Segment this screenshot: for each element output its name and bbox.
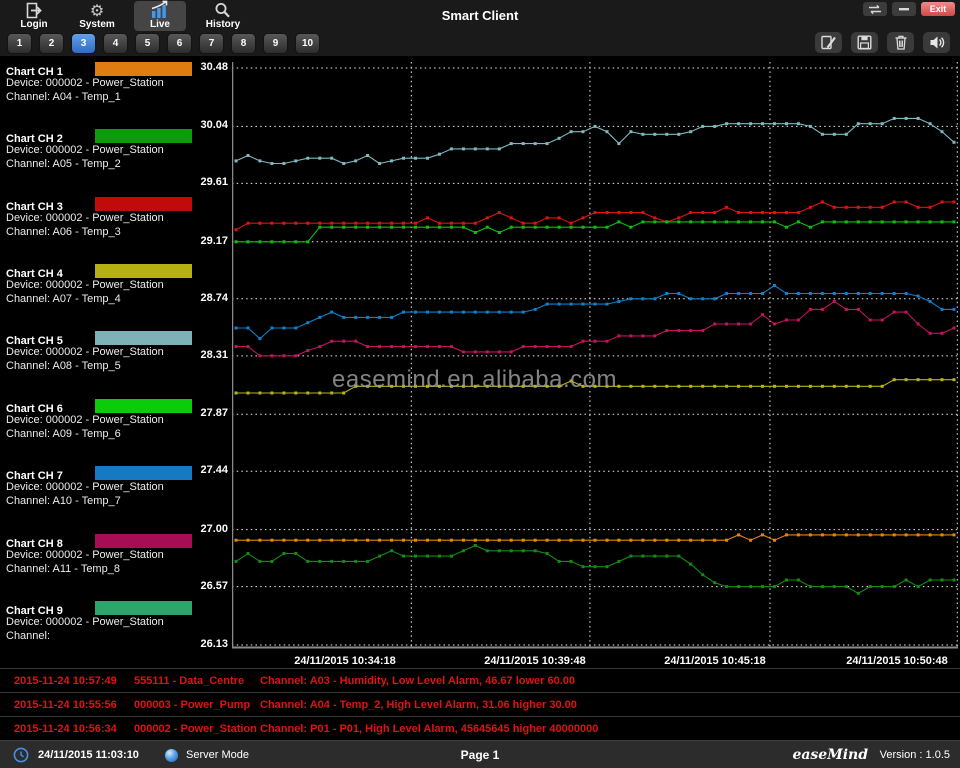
app-title: Smart Client (0, 8, 960, 23)
channel-name: Chart CH 9 (6, 605, 63, 617)
channel-name: Chart CH 4 (6, 268, 63, 280)
alarm-row-2[interactable]: 2015-11-24 10:55:56000003 - Power_PumpCh… (0, 692, 960, 716)
alarm-time: 2015-11-24 10:56:34 (14, 723, 134, 735)
alarm-device: 000002 - Power_Station (134, 723, 260, 735)
y-axis-label: 28.31 (190, 349, 228, 362)
channel-name: Chart CH 2 (6, 133, 63, 145)
series-ch-8-a11---temp_8 (235, 300, 956, 357)
page-tabs: 123456789 10 (7, 33, 320, 54)
y-axis-label: 28.74 (190, 292, 228, 305)
alarm-device: 000003 - Power_Pump (134, 699, 260, 711)
alarm-message: Channel: A04 - Temp_2, High Level Alarm,… (260, 699, 577, 711)
channel-name: Chart CH 8 (6, 538, 63, 550)
alarm-device: 555111 - Data_Centre (134, 675, 260, 687)
y-axis-label: 29.61 (190, 176, 228, 189)
series-ch-1-a04---temp_1 (235, 533, 956, 541)
tab-10[interactable]: 10 (295, 33, 320, 54)
live-chart-page: Chart CH 1Device: 000002 - Power_Station… (0, 56, 960, 668)
status-bar: 24/11/2015 11:03:10 Server Mode Page 1 e… (0, 740, 960, 768)
y-axis-label: 27.44 (190, 464, 228, 477)
delete-icon[interactable] (887, 32, 914, 53)
x-axis-label: 24/11/2015 10:39:48 (484, 655, 586, 667)
channel-color-swatch (95, 331, 192, 345)
alarm-time: 2015-11-24 10:55:56 (14, 699, 134, 711)
save-icon[interactable] (851, 32, 878, 53)
channel-name: Chart CH 5 (6, 335, 63, 347)
y-axis-label: 26.57 (190, 580, 228, 593)
header-bar: Login⚙SystemLiveHistory Smart Client Exi… (0, 0, 960, 56)
alarm-time: 2015-11-24 10:57:49 (14, 675, 134, 687)
alarm-message: Channel: P01 - P01, High Level Alarm, 45… (260, 723, 598, 735)
channel-color-swatch (95, 62, 192, 76)
channel-color-swatch (95, 601, 192, 615)
channel-name: Chart CH 6 (6, 403, 63, 415)
y-axis-label: 30.04 (190, 119, 228, 132)
tab-2[interactable]: 2 (39, 33, 64, 54)
y-axis-label: 30.48 (190, 61, 228, 74)
exit-button[interactable]: Exit (921, 2, 955, 16)
tab-5[interactable]: 5 (135, 33, 160, 54)
watermark: easemind.en.alibaba.com (332, 366, 617, 394)
tab-8[interactable]: 8 (231, 33, 256, 54)
channel-color-swatch (95, 466, 192, 480)
alarm-log: 2015-11-24 10:57:49555111 - Data_CentreC… (0, 668, 960, 740)
y-axis-label: 29.17 (190, 235, 228, 248)
trend-chart-canvas: 24/11/2015 10:34:18 24/11/2015 10:39:48 24… (232, 56, 960, 668)
tab-3[interactable]: 3 (71, 33, 96, 54)
channel-color-swatch (95, 264, 192, 278)
chart-action-buttons (815, 32, 950, 53)
alarm-row-3[interactable]: 2015-11-24 10:56:34000002 - Power_Statio… (0, 716, 960, 740)
alarm-row-1[interactable]: 2015-11-24 10:57:49555111 - Data_CentreC… (0, 668, 960, 692)
series-ch-7-a10---temp_7 (235, 284, 956, 340)
trend-chart: 24/11/2015 10:34:18 24/11/2015 10:39:48 24… (232, 56, 960, 668)
channel-name: Chart CH 3 (6, 201, 63, 213)
x-axis-label: 24/11/2015 10:45:18 (664, 655, 766, 667)
audio-icon[interactable] (923, 32, 950, 53)
channel-color-swatch (95, 534, 192, 548)
y-axis: 30.48 30.04 29.61 29.17 28.74 28.31 27.87 27.44… (190, 56, 228, 668)
channel-legend: Chart CH 1Device: 000002 - Power_Station… (0, 56, 190, 668)
series-ch-5-a08---temp_5 (235, 117, 956, 165)
tab-4[interactable]: 4 (103, 33, 128, 54)
channel-color-swatch (95, 399, 192, 413)
edit-icon[interactable] (815, 32, 842, 53)
tab-1[interactable]: 1 (7, 33, 32, 54)
alarm-message: Channel: A03 - Humidity, Low Level Alarm… (260, 675, 575, 687)
channel-color-swatch (95, 129, 192, 143)
x-axis-label: 24/11/2015 10:34:18 (294, 655, 396, 667)
channel-name: Chart CH 1 (6, 66, 63, 78)
window-controls: Exit (863, 2, 955, 16)
series-ch-2-a05---temp_2 (235, 544, 956, 595)
tab-9[interactable]: 9 (263, 33, 288, 54)
tab-6[interactable]: 6 (167, 33, 192, 54)
channel-name: Chart CH 7 (6, 470, 63, 482)
smart-client-window: Login⚙SystemLiveHistory Smart Client Exi… (0, 0, 960, 768)
minimize-icon[interactable] (892, 2, 916, 16)
y-axis-label: 27.87 (190, 407, 228, 420)
x-axis-label: 24/11/2015 10:50:48 (846, 655, 948, 667)
brand-logo: easeMind (792, 741, 868, 768)
tab-7[interactable]: 7 (199, 33, 224, 54)
y-axis-label: 26.13 (190, 638, 228, 651)
version-label: Version : 1.0.5 (880, 741, 950, 768)
y-axis-label: 27.00 (190, 523, 228, 536)
sync-icon[interactable] (863, 2, 887, 16)
channel-color-swatch (95, 197, 192, 211)
